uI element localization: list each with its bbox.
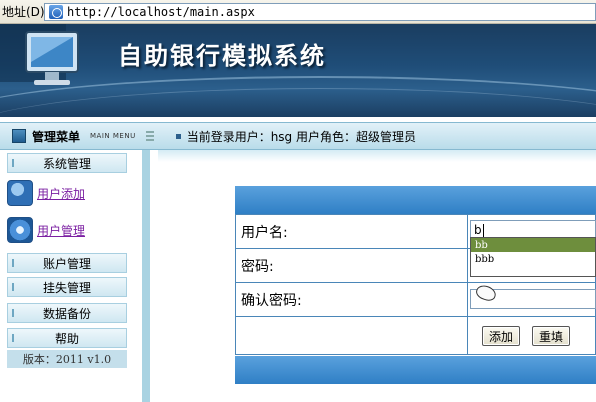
sidebar-subitem-add-user[interactable]: 用户添加 bbox=[7, 178, 127, 208]
sidebar-item-account-management[interactable]: 账户管理 bbox=[7, 253, 127, 273]
autocomplete-option[interactable]: bb bbox=[471, 238, 595, 252]
add-button[interactable]: 添加 bbox=[482, 326, 520, 346]
address-bar: 地址(D) http://localhost/main.aspx bbox=[0, 0, 596, 24]
sidebar-item-help[interactable]: 帮助 bbox=[7, 328, 127, 348]
collapse-menu-icon[interactable] bbox=[145, 131, 154, 141]
header-banner: 自助银行模拟系统 bbox=[0, 24, 596, 117]
menu-icon bbox=[12, 129, 26, 143]
main-content: 用户名: 密码: 确认密码: b bb bbb 添加 重填 bbox=[158, 150, 596, 402]
page-favicon-icon bbox=[49, 5, 63, 19]
system-title: 自助银行模拟系统 bbox=[118, 41, 326, 70]
password-label: 密码: bbox=[235, 248, 468, 283]
sidebar-item-loss-report[interactable]: 挂失管理 bbox=[7, 277, 127, 297]
manage-users-link[interactable]: 用户管理 bbox=[37, 222, 85, 239]
sidebar-item-system-management[interactable]: 系统管理 bbox=[7, 153, 127, 173]
form-footer-bar bbox=[235, 356, 596, 384]
sidebar-item-data-backup[interactable]: 数据备份 bbox=[7, 303, 127, 323]
autocomplete-option[interactable]: bbb bbox=[471, 252, 595, 266]
text-cursor bbox=[482, 223, 484, 237]
form-header-bar bbox=[235, 186, 596, 214]
reset-button[interactable]: 重填 bbox=[532, 326, 570, 346]
user-add-icon bbox=[7, 180, 33, 206]
sidebar-subitem-manage-users[interactable]: 用户管理 bbox=[7, 215, 127, 245]
menu-subtitle: MAIN MENU bbox=[90, 132, 136, 140]
address-field[interactable]: http://localhost/main.aspx bbox=[44, 3, 596, 21]
bullet-icon bbox=[175, 133, 181, 139]
add-user-link[interactable]: 用户添加 bbox=[37, 185, 85, 202]
menu-title: 管理菜单 bbox=[32, 129, 81, 144]
address-label: 地址(D) bbox=[2, 5, 45, 19]
sidebar: 系统管理 用户添加 用户管理 账户管理 挂失管理 数据备份 帮助 版本：2011… bbox=[0, 150, 150, 402]
status-bar: 管理菜单 MAIN MENU 当前登录用户：hsg 用户角色：超级管理员 bbox=[0, 122, 596, 150]
confirm-password-label: 确认密码: bbox=[235, 282, 468, 317]
version-label: 版本：2011 v1.0 bbox=[7, 350, 127, 368]
username-value: b bbox=[474, 223, 482, 237]
address-url[interactable]: http://localhost/main.aspx bbox=[67, 5, 255, 19]
autocomplete-dropdown[interactable]: bb bbb bbox=[470, 237, 596, 277]
username-label: 用户名: bbox=[235, 214, 468, 249]
gear-icon bbox=[7, 217, 33, 243]
current-user-info: 当前登录用户：hsg 用户角色：超级管理员 bbox=[186, 129, 416, 144]
computer-monitor-icon bbox=[0, 24, 79, 85]
